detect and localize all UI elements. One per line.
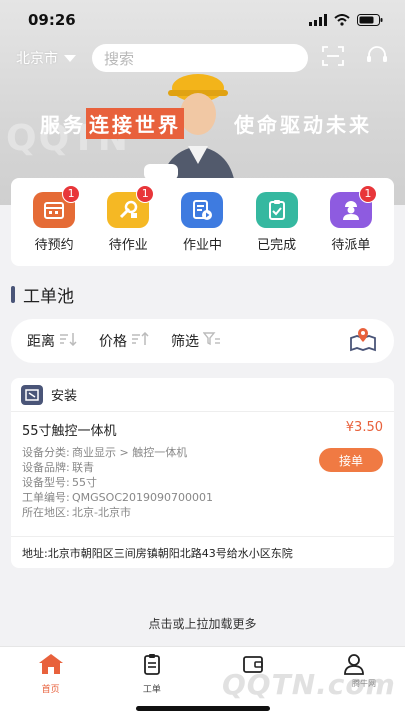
top-nav: 北京市 搜索 xyxy=(0,42,405,74)
map-location-icon[interactable] xyxy=(348,326,378,356)
quick-label: 待作业 xyxy=(108,237,148,253)
accept-order-button[interactable]: 接单 xyxy=(319,448,383,472)
order-card[interactable]: 安装 55寸触控一体机 ¥3.50 设备分类: 商业显示 > 触控一体机 设备品牌… xyxy=(11,378,394,568)
chevron-down-icon xyxy=(64,54,76,62)
quick-label: 作业中 xyxy=(182,237,222,253)
order-body: 55寸触控一体机 ¥3.50 设备分类: 商业显示 > 触控一体机 设备品牌: 联青… xyxy=(11,412,394,536)
scan-icon[interactable] xyxy=(322,46,344,70)
filter-funnel-icon xyxy=(202,332,221,350)
filter-screen[interactable]: 筛选 xyxy=(171,331,221,351)
tab-label: 工单 xyxy=(142,685,161,695)
filter-distance[interactable]: 距离 xyxy=(27,331,77,351)
order-detail-row: 设备型号: 55寸 xyxy=(22,476,97,489)
wifi-icon xyxy=(334,11,350,30)
slogan-part1: 服务 xyxy=(40,113,86,137)
search-input[interactable]: 搜索 xyxy=(92,44,308,72)
badge: 1 xyxy=(358,184,377,203)
section-title-text: 工单池 xyxy=(23,287,74,307)
quick-item-in-progress[interactable]: 作业中 xyxy=(171,191,233,253)
sort-icon xyxy=(59,332,77,350)
order-detail-row: 工单编号: QMGSOC2019090700001 xyxy=(22,491,213,504)
clipboard-check-icon xyxy=(255,191,298,228)
section-accent-bar xyxy=(11,286,15,303)
slogan-highlight: 连接世界 xyxy=(86,108,184,139)
order-title: 55寸触控一体机 xyxy=(22,424,117,439)
home-indicator xyxy=(136,706,270,711)
install-icon xyxy=(21,384,43,405)
signal-icon xyxy=(309,11,327,30)
order-header: 安装 xyxy=(11,378,394,412)
filter-label: 距离 xyxy=(27,334,55,350)
order-address: 地址:北京市朝阳区三间房镇朝阳北路43号给水小区东院 xyxy=(11,536,394,568)
clipboard-icon xyxy=(141,653,163,679)
tab-label: 首页 xyxy=(41,685,60,695)
document-play-icon xyxy=(181,191,224,228)
banner-slogan: 服务 连接世界 使命驱动未来 xyxy=(40,108,372,139)
section-title: 工单池 xyxy=(11,282,74,307)
status-time: 09:26 xyxy=(28,11,76,29)
watermark-small: 腾牛网 xyxy=(352,679,376,688)
order-detail-row: 所在地区: 北京-北京市 xyxy=(22,506,131,519)
filter-price[interactable]: 价格 xyxy=(99,331,149,351)
sort-icon xyxy=(131,331,149,350)
quick-label: 已完成 xyxy=(257,237,297,253)
quick-item-to-schedule[interactable]: 1 待预约 xyxy=(23,184,85,253)
tab-home[interactable]: 首页 xyxy=(16,653,86,720)
filter-bar: 距离 价格 筛选 xyxy=(11,319,394,363)
badge: 1 xyxy=(62,184,81,203)
filter-label: 筛选 xyxy=(171,334,199,350)
load-more-link[interactable]: 点击或上拉加载更多 xyxy=(0,615,405,632)
battery-icon xyxy=(357,11,383,30)
quick-actions: 1 待预约 1 待作业 作业中 已完成 1 待派单 xyxy=(11,178,394,266)
quick-label: 待派单 xyxy=(331,237,371,253)
quick-item-completed[interactable]: 已完成 xyxy=(246,191,308,253)
filter-label: 价格 xyxy=(99,334,127,350)
quick-item-to-work[interactable]: 1 待作业 xyxy=(97,184,159,253)
customer-service-icon[interactable] xyxy=(366,46,388,70)
order-type: 安装 xyxy=(51,389,78,404)
order-price: ¥3.50 xyxy=(345,420,383,435)
city-selector[interactable]: 北京市 xyxy=(16,48,92,68)
status-bar: 09:26 xyxy=(0,0,405,40)
search-placeholder: 搜索 xyxy=(104,49,135,68)
quick-label: 待预约 xyxy=(34,237,74,253)
slogan-part2: 使命驱动未来 xyxy=(234,113,372,137)
city-label: 北京市 xyxy=(16,51,58,67)
quick-item-to-dispatch[interactable]: 1 待派单 xyxy=(320,184,382,253)
home-icon xyxy=(36,653,66,679)
badge: 1 xyxy=(136,184,155,203)
